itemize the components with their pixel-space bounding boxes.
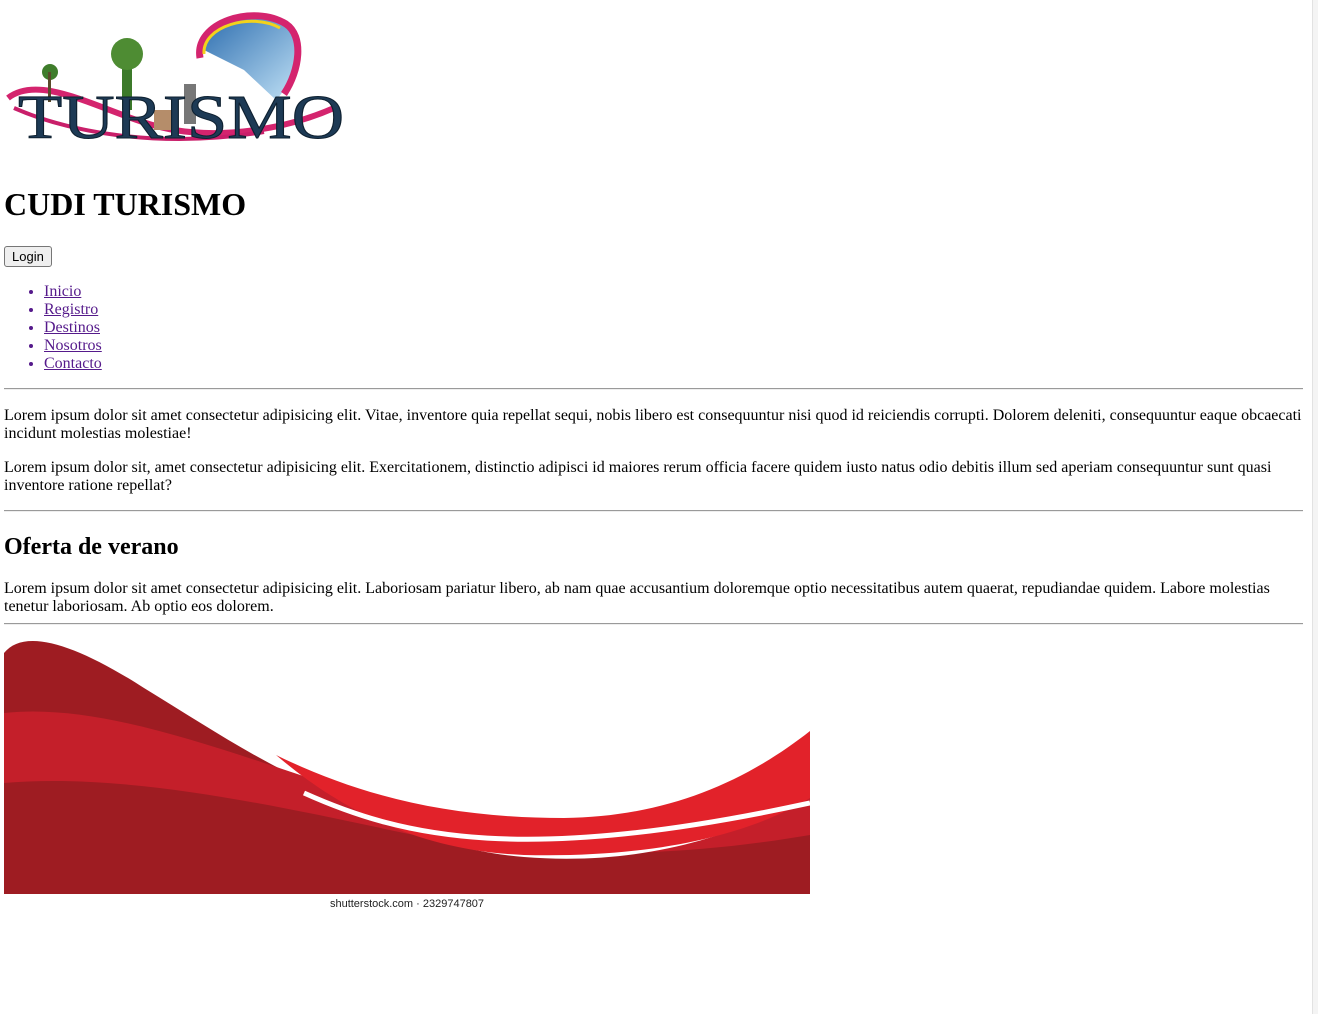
site-logo: TURISMO <box>6 12 345 148</box>
page-title: CUDI TURISMO <box>4 186 247 222</box>
nav-item-registro: Registro <box>44 301 102 319</box>
image-credit: shutterstock.com · 2329747807 <box>329 898 485 910</box>
nav-item-contacto: Contacto <box>44 355 102 373</box>
offer-paragraph: Lorem ipsum dolor sit amet consectetur a… <box>4 580 1270 615</box>
offer-title: Oferta de verano <box>4 534 179 560</box>
nav-link-contacto[interactable]: Contacto <box>44 355 102 372</box>
intro-paragraph-1: Lorem ipsum dolor sit amet consectetur a… <box>4 407 1302 442</box>
intro-paragraph-2: Lorem ipsum dolor sit, amet consectetur … <box>4 459 1272 494</box>
divider <box>4 388 1303 390</box>
divider <box>4 623 1303 625</box>
red-wave-banner-image <box>4 633 810 894</box>
nav-link-inicio[interactable]: Inicio <box>44 283 81 300</box>
nav-link-destinos[interactable]: Destinos <box>44 319 100 336</box>
nav-item-destinos: Destinos <box>44 319 102 337</box>
nav-item-nosotros: Nosotros <box>44 337 102 355</box>
logo-wordmark: TURISMO <box>18 84 344 148</box>
nav-link-nosotros[interactable]: Nosotros <box>44 337 102 354</box>
divider <box>4 510 1303 512</box>
nav-link-registro[interactable]: Registro <box>44 301 98 318</box>
main-nav: Inicio Registro Destinos Nosotros Contac… <box>4 283 102 373</box>
login-button[interactable]: Login <box>4 246 52 267</box>
vertical-scrollbar[interactable] <box>1312 0 1318 1014</box>
nav-item-inicio: Inicio <box>44 283 102 301</box>
